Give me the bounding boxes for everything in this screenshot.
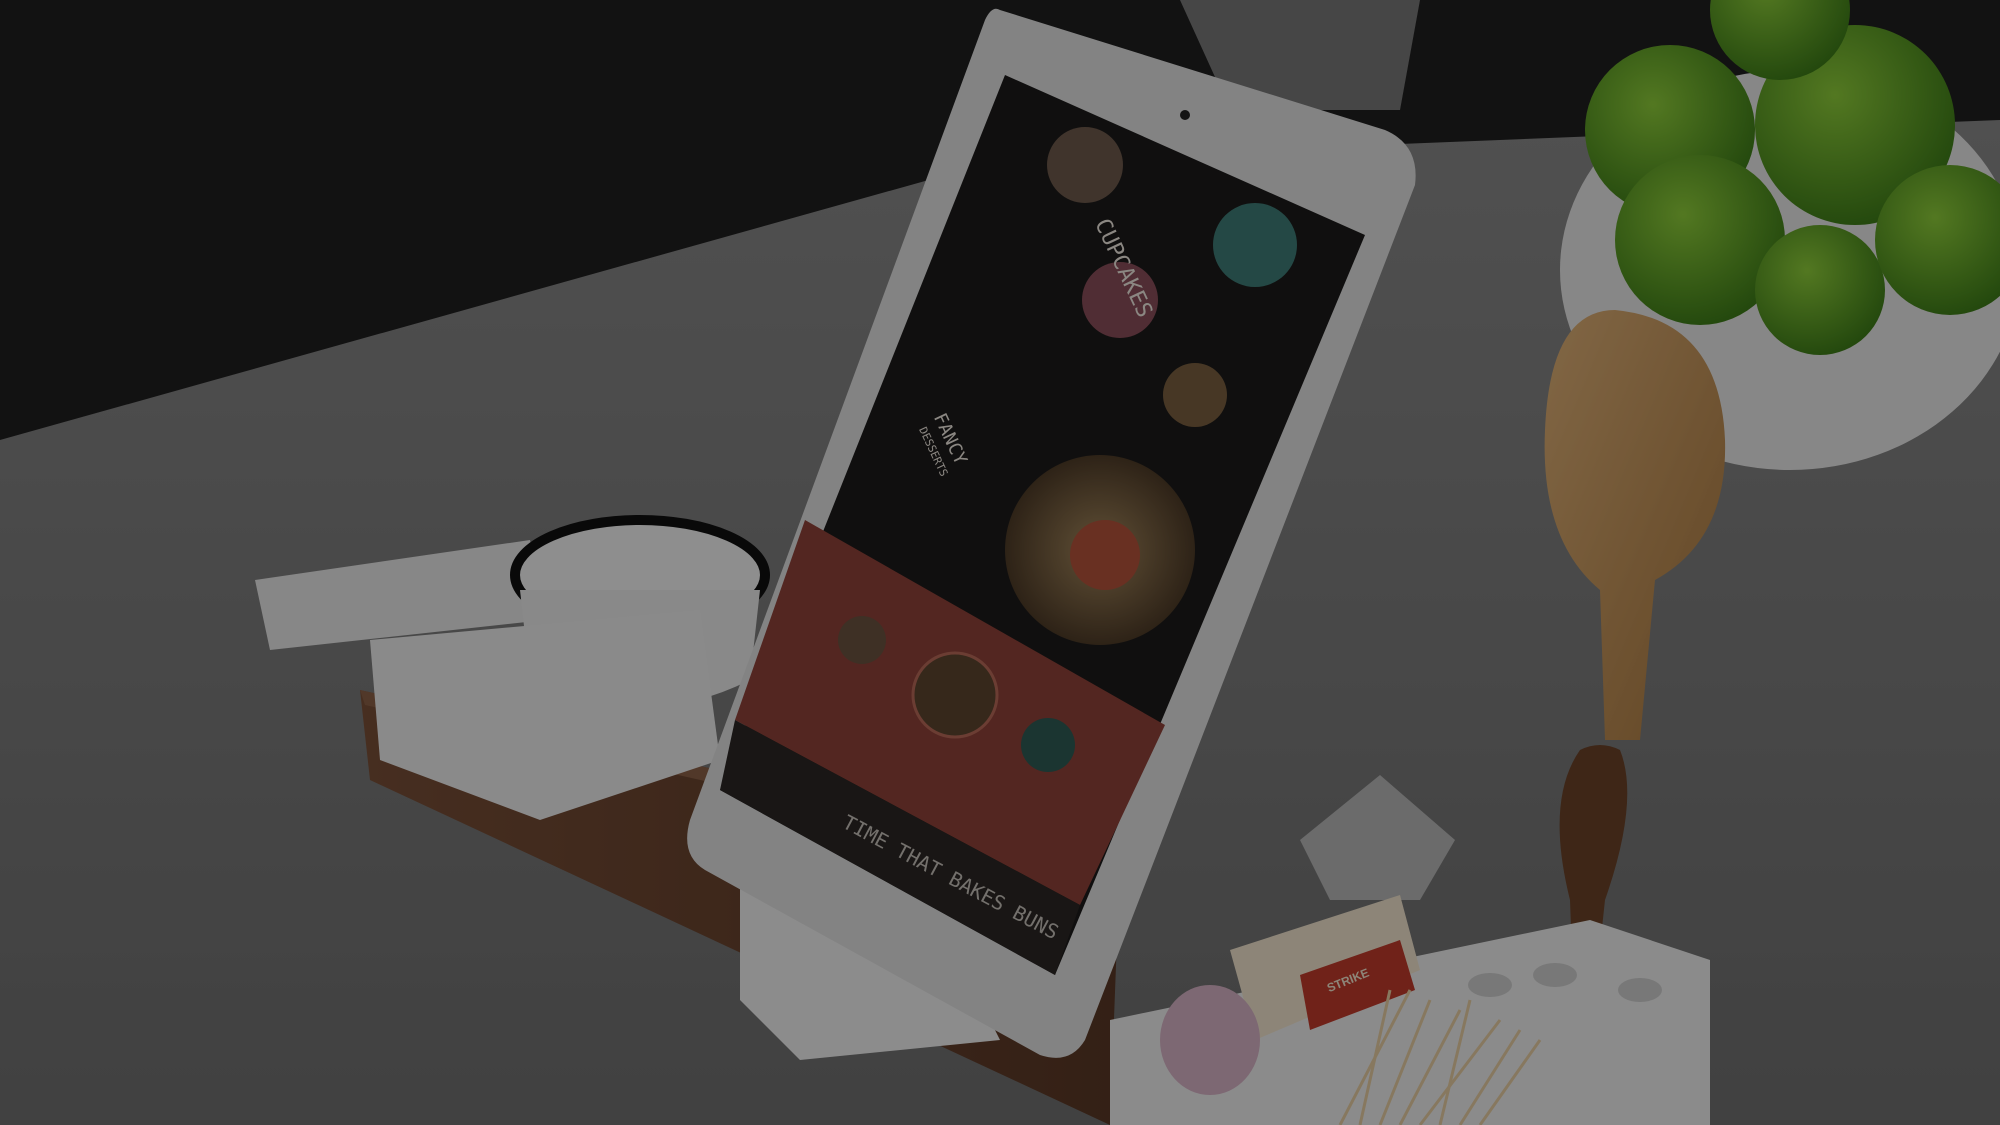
dessert-thumb [838, 616, 886, 664]
round-tin [1160, 985, 1260, 1095]
tablet-camera [1180, 110, 1190, 120]
dessert-thumb [911, 651, 999, 739]
lime [1755, 225, 1885, 355]
cupcake-image [1163, 363, 1227, 427]
photo-scene: CUPCAKES FANCY DESSERTS TIME THAT BAKES … [0, 0, 2000, 1125]
cupcake-image [1213, 203, 1297, 287]
scene-illustration [0, 0, 2000, 1125]
cupcake-image [1047, 127, 1123, 203]
dessert-thumb [1021, 718, 1075, 772]
